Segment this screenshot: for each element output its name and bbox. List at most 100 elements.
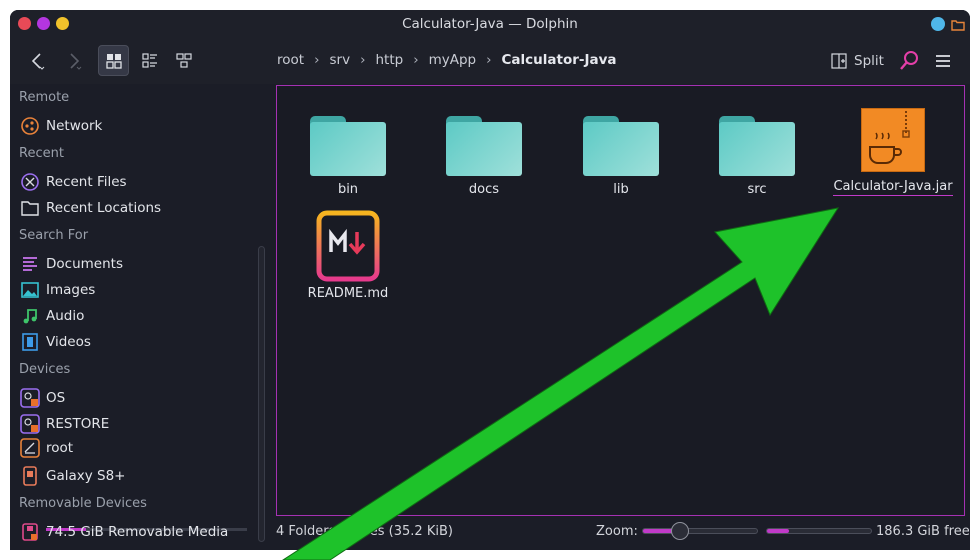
sidebar-item-label: Network — [46, 118, 103, 134]
sidebar-item-galaxy[interactable]: Galaxy S8+ — [20, 464, 126, 488]
file-item-jar[interactable]: Calculator-Java.jar — [833, 108, 953, 196]
hamburger-menu-icon — [936, 55, 950, 67]
file-label: src — [747, 182, 767, 197]
split-label: Split — [854, 53, 884, 69]
sidebar-item-recent-locations[interactable]: Recent Locations — [20, 196, 161, 220]
images-icon — [20, 280, 40, 300]
drive-icon — [20, 414, 40, 434]
keep-above-icon[interactable] — [931, 17, 945, 31]
section-removable: Removable Devices — [19, 496, 147, 511]
sidebar-item-label: Images — [46, 282, 96, 298]
sidebar-item-label: RESTORE — [46, 416, 110, 432]
markdown-icon — [316, 210, 380, 282]
free-space-label: 186.3 GiB free — [876, 524, 970, 539]
dolphin-window: Calculator-Java — Dolphin root › srv › h… — [10, 10, 970, 550]
phone-icon — [20, 466, 40, 486]
toolbar: root › srv › http › myApp › Calculator-J… — [10, 38, 970, 84]
breadcrumb-http[interactable]: http — [375, 52, 403, 68]
search-icon — [900, 51, 918, 70]
section-devices: Devices — [19, 362, 71, 377]
compact-view-button[interactable] — [134, 45, 165, 76]
film-icon — [20, 332, 40, 352]
sidebar-item-label: Videos — [46, 334, 91, 350]
sidebar-item-documents[interactable]: Documents — [20, 252, 123, 276]
drive-icon — [20, 388, 40, 408]
split-button[interactable]: Split — [830, 48, 884, 74]
documents-icon — [20, 254, 40, 274]
file-view[interactable]: bin docs lib src Calculator-Java.jar REA… — [276, 85, 965, 516]
breadcrumb-separator-icon: › — [486, 52, 492, 68]
file-item-src[interactable]: src — [698, 116, 816, 197]
split-view-icon — [831, 53, 847, 69]
status-summary: 4 Folders, 2 Files (35.2 KiB) — [276, 524, 453, 539]
sidebar-item-os[interactable]: OS — [20, 386, 65, 410]
file-item-bin[interactable]: bin — [289, 116, 407, 197]
sidebar-item-recent-files[interactable]: Recent Files — [20, 170, 127, 194]
icons-view-icon — [105, 53, 122, 69]
sidebar-item-label: Galaxy S8+ — [46, 468, 126, 484]
sidebar-item-label: Recent Files — [46, 174, 127, 190]
breadcrumb-current[interactable]: Calculator-Java — [502, 52, 617, 68]
zoom-label: Zoom: — [596, 524, 638, 539]
forward-button[interactable] — [60, 48, 88, 74]
sidebar-item-audio[interactable]: Audio — [20, 304, 84, 328]
breadcrumb-separator-icon: › — [360, 52, 366, 68]
sidebar-item-images[interactable]: Images — [20, 278, 95, 302]
breadcrumb-root[interactable]: root — [277, 52, 304, 68]
titlebar: Calculator-Java — Dolphin — [10, 10, 970, 38]
sidebar-item-label: Audio — [46, 308, 85, 324]
folder-clock-icon — [20, 198, 40, 218]
section-search: Search For — [19, 228, 89, 243]
sidebar-item-label: OS — [46, 390, 66, 406]
file-item-lib[interactable]: lib — [562, 116, 680, 197]
folder-app-icon — [951, 17, 965, 31]
icons-view-button[interactable] — [98, 45, 129, 76]
details-view-button[interactable] — [168, 45, 199, 76]
folder-icon — [446, 116, 522, 176]
breadcrumb-myapp[interactable]: myApp — [429, 52, 477, 68]
section-recent: Recent — [19, 146, 64, 161]
folder-icon — [583, 116, 659, 176]
clock-icon — [20, 172, 40, 192]
sidebar-item-root[interactable]: root — [20, 436, 73, 460]
root-drive-icon — [20, 438, 40, 458]
network-icon — [20, 116, 40, 136]
sidebar-item-network[interactable]: Network — [20, 114, 102, 138]
sidebar-scrollbar[interactable] — [258, 246, 265, 542]
breadcrumb-separator-icon: › — [413, 52, 419, 68]
removable-drive-icon — [20, 522, 40, 542]
details-view-icon — [175, 52, 192, 68]
file-label: Calculator-Java.jar — [833, 179, 953, 196]
sidebar-item-label: Documents — [46, 256, 123, 272]
places-sidebar: Remote Network Recent Recent Files Recen… — [10, 84, 258, 550]
folder-icon — [310, 116, 386, 176]
back-button[interactable] — [24, 48, 52, 74]
sidebar-item-label: root — [46, 440, 74, 456]
file-label: bin — [337, 182, 359, 197]
menu-button[interactable] — [930, 48, 956, 74]
window-title: Calculator-Java — Dolphin — [402, 16, 578, 32]
zoom-slider[interactable] — [642, 522, 758, 540]
file-item-docs[interactable]: docs — [425, 116, 543, 197]
breadcrumb: root › srv › http › myApp › Calculator-J… — [277, 52, 617, 68]
compact-view-icon — [141, 52, 157, 68]
zoom-slider-handle[interactable] — [671, 522, 689, 540]
breadcrumb-separator-icon: › — [314, 52, 320, 68]
back-arrow-icon — [31, 53, 45, 70]
status-bar: 4 Folders, 2 Files (35.2 KiB) Zoom: 186.… — [276, 518, 970, 548]
file-item-readme[interactable]: README.md — [289, 210, 407, 301]
sidebar-item-label: Recent Locations — [46, 200, 162, 216]
section-remote: Remote — [19, 90, 70, 105]
jar-archive-icon — [861, 108, 925, 172]
forward-arrow-icon — [70, 53, 82, 70]
breadcrumb-srv[interactable]: srv — [329, 52, 350, 68]
sidebar-item-restore[interactable]: RESTORE — [20, 412, 109, 436]
sidebar-item-removable-media[interactable]: 74.5 GiB Removable Media — [20, 520, 228, 544]
music-note-icon — [20, 306, 40, 326]
free-space-bar — [766, 528, 872, 534]
file-label: lib — [613, 182, 629, 197]
sidebar-item-label: 74.5 GiB Removable Media — [46, 524, 229, 540]
sidebar-item-videos[interactable]: Videos — [20, 330, 91, 354]
search-button[interactable] — [896, 48, 922, 74]
folder-icon — [719, 116, 795, 176]
